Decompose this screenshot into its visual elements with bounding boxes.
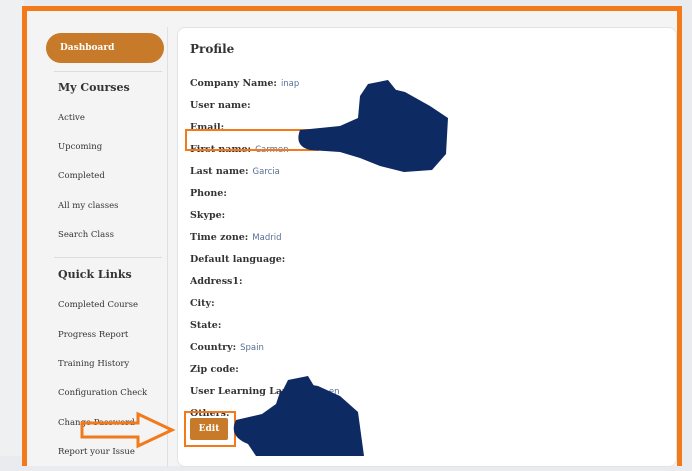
field-label: Company Name: — [190, 78, 277, 89]
field-last-name: Last name: Garcia — [190, 166, 280, 177]
sidebar-item-configuration-check[interactable]: Configuration Check — [58, 388, 147, 398]
sidebar-item-active[interactable]: Active — [58, 113, 85, 123]
field-user-learning-language: User Learning Language: en — [190, 386, 340, 397]
field-value: inap — [280, 79, 300, 89]
sidebar-item-all-my-classes[interactable]: All my classes — [58, 201, 119, 211]
sidebar-item-completed-course[interactable]: Completed Course — [58, 300, 138, 310]
field-value: Madrid — [252, 233, 282, 243]
field-label: City: — [190, 298, 215, 309]
field-label: Country: — [190, 342, 237, 353]
profile-card: Profile Company Name: inap User name: Ema… — [177, 27, 677, 467]
field-label: Address1: — [190, 276, 243, 287]
page-background — [0, 0, 24, 456]
field-value: en — [328, 387, 340, 397]
field-phone: Phone: — [190, 188, 231, 199]
field-value: Garcia — [252, 167, 280, 177]
field-city: City: — [190, 298, 219, 309]
sidebar-item-progress-report[interactable]: Progress Report — [58, 330, 128, 340]
field-label: Time zone: — [190, 232, 249, 243]
sidebar-item-upcoming[interactable]: Upcoming — [58, 142, 102, 152]
edit-button[interactable]: Edit — [190, 418, 228, 440]
field-label: State: — [190, 320, 222, 331]
field-label: Default language: — [190, 254, 286, 265]
field-state: State: — [190, 320, 225, 331]
sidebar-divider — [167, 27, 168, 467]
field-label: Last name: — [190, 166, 249, 177]
field-address1: Address1: — [190, 276, 247, 287]
update-password-link[interactable]: Update p — [238, 423, 279, 433]
sidebar: Dashboard My Courses Active Upcoming Com… — [34, 11, 184, 471]
sidebar-item-training-history[interactable]: Training History — [58, 359, 129, 369]
field-label: User name: — [190, 100, 251, 111]
my-courses-heading: My Courses — [58, 81, 130, 94]
field-label: Phone: — [190, 188, 227, 199]
sidebar-item-completed[interactable]: Completed — [58, 171, 105, 181]
first-name-highlight — [185, 129, 319, 151]
divider — [54, 257, 162, 258]
dashboard-button[interactable]: Dashboard — [46, 33, 164, 63]
sidebar-item-search-class[interactable]: Search Class — [58, 230, 114, 240]
field-skype: Skype: — [190, 210, 229, 221]
sidebar-item-change-password[interactable]: Change Password — [58, 418, 135, 428]
field-zip-code: Zip code: — [190, 364, 243, 375]
app-frame: Dashboard My Courses Active Upcoming Com… — [22, 6, 682, 467]
quick-links-heading: Quick Links — [58, 268, 132, 281]
field-label: Zip code: — [190, 364, 239, 375]
field-label: User Learning Language: — [190, 386, 325, 397]
field-company-name: Company Name: inap — [190, 78, 299, 89]
field-user-name: User name: — [190, 100, 255, 111]
page-title: Profile — [190, 42, 235, 56]
divider — [54, 71, 162, 72]
field-time-zone: Time zone: Madrid — [190, 232, 281, 243]
field-label: Skype: — [190, 210, 226, 221]
field-value: Spain — [240, 343, 264, 353]
field-default-language: Default language: — [190, 254, 289, 265]
field-country: Country: Spain — [190, 342, 264, 353]
